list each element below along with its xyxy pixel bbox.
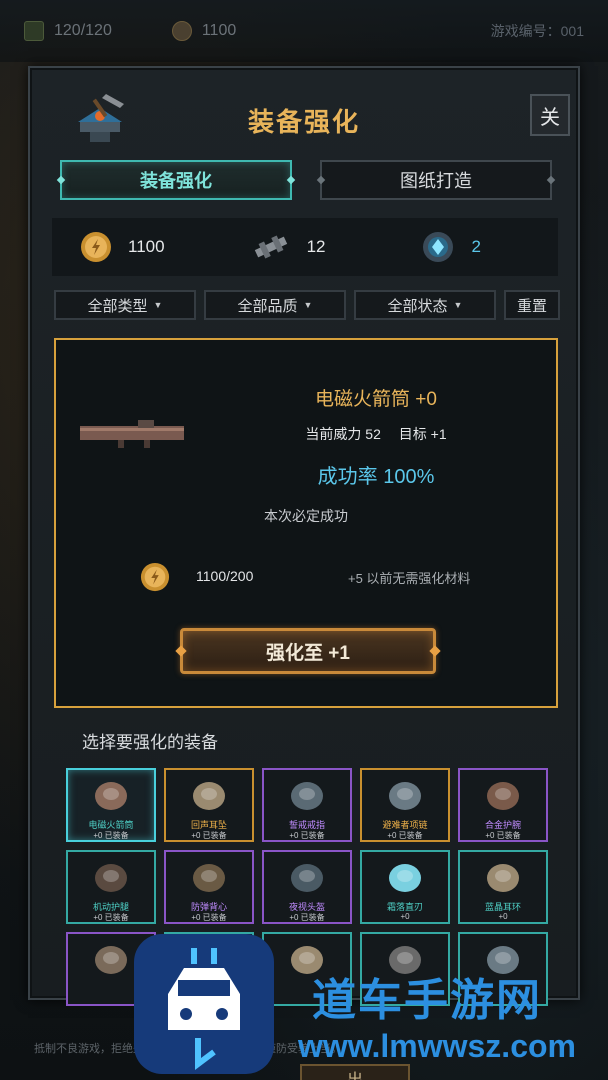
hp-stat: 120/120	[24, 21, 112, 41]
crystal-gear-icon	[423, 232, 454, 262]
equipment-slot[interactable]: 合金护腕 +0 已装备	[458, 768, 548, 842]
enhance-cost: 1100/200	[196, 568, 254, 584]
equipment-slot[interactable]: 回声耳坠 +0 已装备	[164, 768, 254, 842]
equipment-slot[interactable]: 誓戒戒指 +0 已装备	[262, 768, 352, 842]
hp-value: 120/120	[54, 22, 112, 39]
gold-coin-icon	[140, 562, 170, 592]
gem-resource: 2	[421, 230, 481, 264]
equipment-slot[interactable]: 霜落直刃 +0	[360, 850, 450, 924]
tab-blueprint-craft[interactable]: 图纸打造	[320, 160, 552, 200]
equipment-level: +0	[498, 912, 508, 921]
shotgun-icon	[95, 946, 127, 974]
equipment-slot[interactable]: 防弹背心 +0 已装备	[164, 850, 254, 924]
resource-bar: 1100 12 2	[52, 218, 558, 276]
success-rate: 成功率 100%	[317, 466, 435, 488]
equipment-slot[interactable]: 机动护腿 +0 已装备	[66, 850, 156, 924]
target-level: 目标 +1	[398, 426, 447, 442]
blade-icon	[389, 864, 421, 892]
equipment-level: +0 已装备	[93, 913, 129, 922]
caret-down-icon: ▼	[453, 300, 463, 310]
leg-armor-icon	[95, 864, 127, 892]
weapon-power-row: 当前威力 52 目标 +1	[56, 424, 556, 444]
status-filter-dropdown[interactable]: 全部状态 ▼	[354, 290, 496, 320]
helmet-icon	[291, 864, 323, 892]
status-filter-label: 全部状态	[387, 297, 448, 315]
reset-button[interactable]: 重置	[504, 290, 560, 320]
equipment-level: +0 已装备	[387, 831, 423, 840]
parts-icon	[254, 235, 287, 259]
equipment-level: +0 已装备	[485, 831, 521, 840]
earring-icon	[193, 782, 225, 810]
exit-button[interactable]: 出	[300, 1064, 410, 1080]
watermark-url: www.lmwwsz.com	[298, 1028, 576, 1064]
quality-filter-label: 全部品质	[237, 297, 298, 315]
material-note: +5 以前无需强化材料	[348, 571, 471, 586]
coin-stat: 1100	[171, 21, 237, 41]
equipment-slot[interactable]: 夜视头盔 +0 已装备	[262, 850, 352, 924]
battery-icon	[24, 21, 44, 41]
game-serial: 游戏编号：001	[490, 23, 584, 39]
ring-icon	[291, 782, 323, 810]
type-filter-dropdown[interactable]: 全部类型 ▼	[54, 290, 196, 320]
watermark-logo-icon	[134, 934, 274, 1074]
equipment-slot[interactable]: 避难者项链 +0 已装备	[360, 768, 450, 842]
caret-down-icon: ▼	[153, 300, 163, 310]
necklace-icon	[389, 782, 421, 810]
close-button[interactable]: 关	[530, 94, 570, 136]
enhance-detail-card: 电磁火箭筒 +0 当前威力 52 目标 +1 成功率 100% 本次必定成功 1…	[54, 338, 558, 708]
enhance-button[interactable]: 强化至 +1	[180, 628, 436, 674]
equipment-level: +0 已装备	[289, 913, 325, 922]
weapon-name: 电磁火箭筒 +0	[315, 389, 437, 410]
equipment-slot[interactable]: 蓝晶耳环 +0	[458, 850, 548, 924]
equipment-slot[interactable]: 电磁火箭筒 +0 已装备	[66, 768, 156, 842]
earring-icon	[487, 864, 519, 892]
parts-resource: 12	[251, 231, 326, 263]
panel-title: 装备强化	[247, 107, 360, 137]
watermark-brand: 道车手游网	[312, 976, 542, 1025]
gold-resource: 1100	[80, 231, 165, 263]
tab-bar: 装备强化 图纸打造	[60, 160, 552, 200]
gold-coin-icon	[81, 232, 111, 262]
top-status-bar: 120/120 1100 游戏编号：001	[0, 0, 608, 62]
equipment-level: +0 已装备	[191, 831, 227, 840]
bracer-icon	[487, 782, 519, 810]
tab-equipment-enhance[interactable]: 装备强化	[60, 160, 292, 200]
caret-down-icon: ▼	[303, 300, 313, 310]
vest-icon	[193, 864, 225, 892]
coin-icon	[171, 21, 192, 41]
equipment-level: +0 已装备	[289, 831, 325, 840]
equipment-level: +0	[400, 912, 410, 921]
parts-value: 12	[306, 237, 326, 256]
success-note: 本次必定成功	[264, 508, 348, 524]
equipment-level: +0 已装备	[191, 913, 227, 922]
quality-filter-dropdown[interactable]: 全部品质 ▼	[204, 290, 346, 320]
coin-value: 1100	[201, 22, 237, 39]
type-filter-label: 全部类型	[87, 297, 148, 315]
current-power: 当前威力 52	[305, 426, 381, 442]
rocket-launcher-icon	[95, 782, 127, 810]
equipment-level: +0 已装备	[93, 831, 129, 840]
gem-value: 2	[471, 237, 481, 256]
filter-bar: 全部类型 ▼ 全部品质 ▼ 全部状态 ▼ 重置	[54, 290, 560, 320]
select-equipment-title: 选择要强化的装备	[82, 733, 218, 752]
enhance-panel: 装备强化 关 装备强化 图纸打造 1100 12 2 全部类型 ▼ 全部品质 ▼…	[28, 66, 580, 1080]
gold-value: 1100	[128, 237, 165, 256]
